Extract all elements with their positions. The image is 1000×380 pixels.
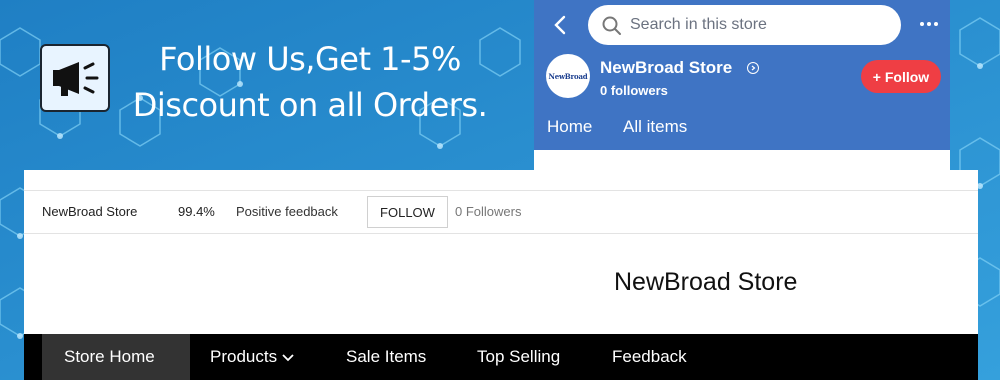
store-search-input[interactable]: Search in this store xyxy=(588,5,901,45)
back-button[interactable] xyxy=(546,10,574,40)
feedback-label: Positive feedback xyxy=(236,204,338,219)
nav-label: Feedback xyxy=(612,347,687,366)
tab-home[interactable]: Home xyxy=(547,117,592,137)
followers-count: 0 Followers xyxy=(455,204,522,219)
nav-label: Products xyxy=(210,347,278,366)
nav-label: Top Selling xyxy=(477,347,561,366)
nav-products[interactable]: Products xyxy=(210,334,294,380)
promo-line-1: Follow Us,Get 1-5% xyxy=(159,40,461,78)
mobile-followers-count: 0 followers xyxy=(600,83,668,98)
store-name-link[interactable]: NewBroad Store xyxy=(42,204,137,219)
more-options-icon[interactable] xyxy=(914,12,944,36)
info-arrow-icon[interactable] xyxy=(747,62,759,74)
promo-text: Follow Us,Get 1-5% Discount on all Order… xyxy=(130,36,490,128)
chevron-down-icon xyxy=(282,353,294,361)
nav-label: Store Home xyxy=(64,347,155,366)
follow-button[interactable]: FOLLOW xyxy=(367,196,448,228)
nav-feedback[interactable]: Feedback xyxy=(612,334,687,380)
mobile-follow-button[interactable]: + Follow xyxy=(861,60,941,93)
nav-top-selling[interactable]: Top Selling xyxy=(477,334,560,380)
feedback-percentage: 99.4% xyxy=(178,204,215,219)
chevron-left-icon xyxy=(554,15,566,35)
mobile-card-divider xyxy=(534,150,950,170)
store-info-bar: NewBroad Store 99.4% Positive feedback F… xyxy=(24,190,978,234)
nav-label: Sale Items xyxy=(346,347,427,366)
store-logo: NewBroad xyxy=(546,54,590,98)
promo-line-2: Discount on all Orders. xyxy=(132,86,488,124)
search-icon xyxy=(602,16,621,35)
store-title: NewBroad Store xyxy=(614,268,798,296)
megaphone-icon xyxy=(40,44,110,112)
store-logo-text: NewBroad xyxy=(548,71,588,81)
store-nav-bar: Store Home Products Sale Items Top Selli… xyxy=(24,334,978,380)
search-placeholder: Search in this store xyxy=(630,16,767,33)
tab-all-items[interactable]: All items xyxy=(623,117,687,137)
nav-sale-items[interactable]: Sale Items xyxy=(346,334,426,380)
mobile-store-name[interactable]: NewBroad Store xyxy=(600,58,732,78)
nav-store-home[interactable]: Store Home xyxy=(42,334,190,380)
